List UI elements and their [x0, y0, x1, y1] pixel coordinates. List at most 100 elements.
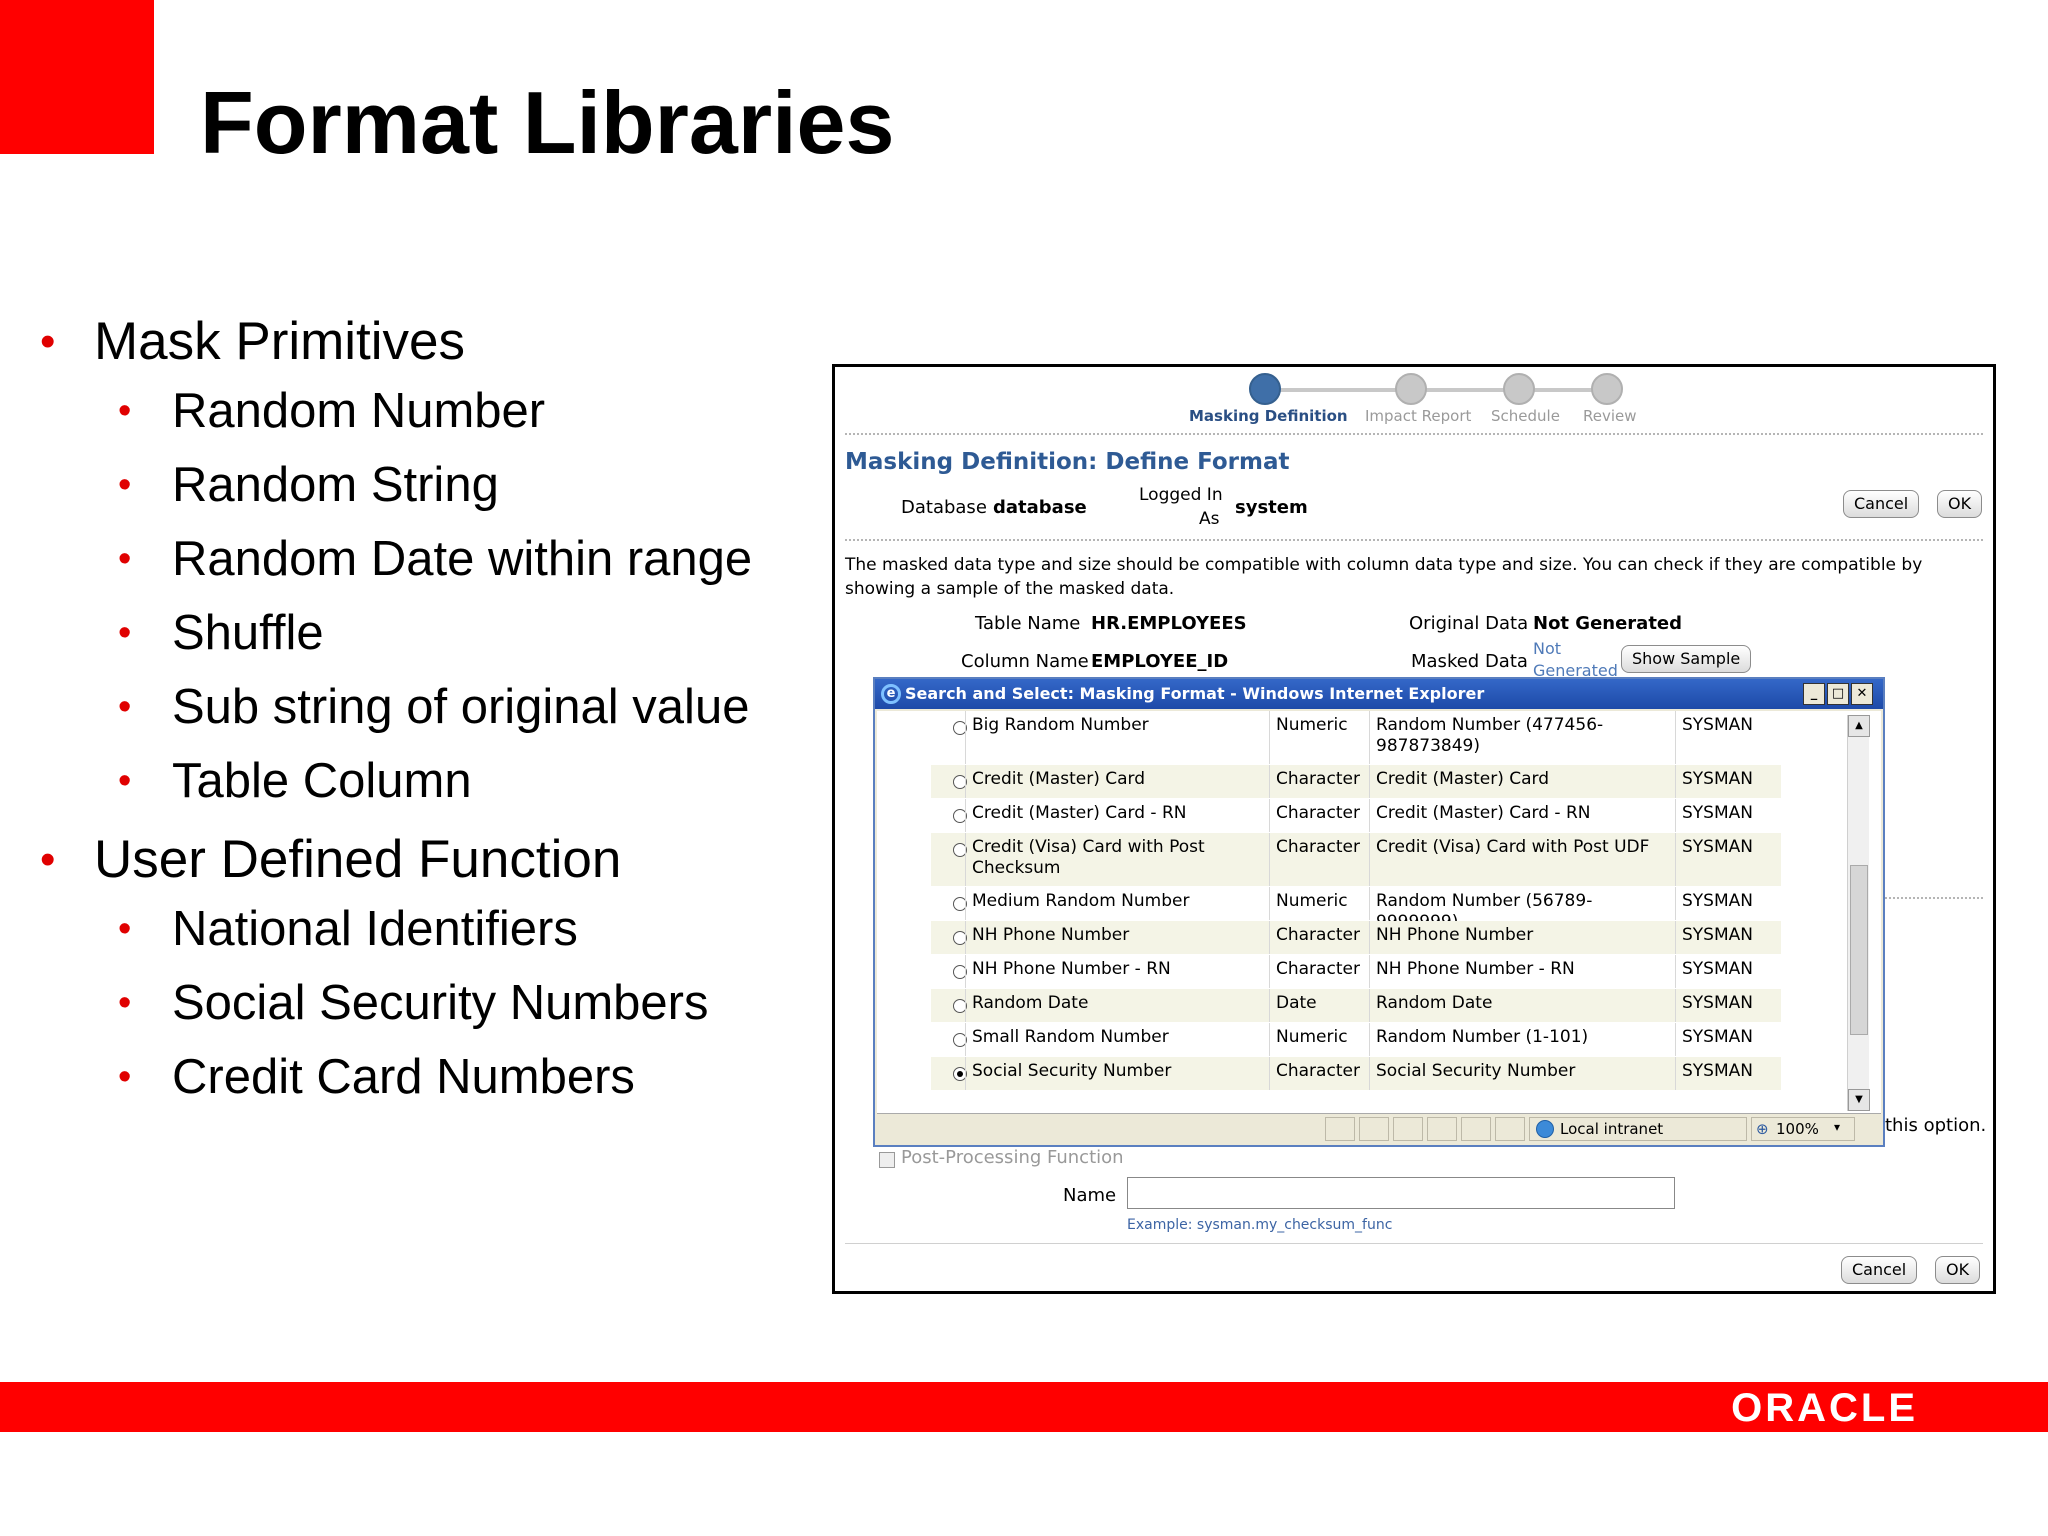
table-row[interactable]: Social Security Number Character Social Se…	[931, 1057, 1781, 1091]
train-step-dot[interactable]	[1503, 373, 1535, 405]
bullet-udf-item: National Identifiers	[40, 892, 800, 966]
option-hint-text: this option.	[1885, 1115, 1987, 1136]
zoom-control[interactable]: ⊕ 100% ▾	[1751, 1117, 1855, 1141]
search-select-popup: e Search and Select: Masking Format - Wi…	[873, 677, 1885, 1147]
table-row[interactable]: Big Random Number Numeric Random Number (4…	[931, 711, 1781, 765]
dotted-divider	[845, 539, 1983, 541]
name-input[interactable]	[1127, 1177, 1675, 1209]
post-processing-checkbox[interactable]	[879, 1152, 895, 1168]
zoom-icon: ⊕	[1756, 1120, 1769, 1138]
name-label: Name	[1063, 1185, 1117, 1206]
local-intranet-icon	[1536, 1120, 1554, 1138]
popup-body: Big Random Number Numeric Random Number (4…	[877, 711, 1881, 1115]
table-row[interactable]: Small Random Number Numeric Random Number …	[931, 1023, 1781, 1057]
table-row[interactable]: Credit (Visa) Card with Post Checksum Cha…	[931, 833, 1781, 887]
cancel-button-bottom[interactable]: Cancel	[1841, 1256, 1918, 1284]
masked-data-value: Not	[1533, 639, 1562, 658]
table-row[interactable]: Random Date Date Random Date SYSMAN	[931, 989, 1781, 1023]
screenshot-frame: Masking Definition Impact Report Schedul…	[832, 364, 1996, 1294]
cell-desc: Credit (Visa) Card with Post UDF	[1369, 833, 1675, 886]
cell-name: Small Random Number	[965, 1023, 1269, 1056]
bullet-primitive: Random Number	[40, 374, 800, 448]
original-data-label: Original Data	[1409, 613, 1529, 634]
cell-desc: Social Security Number	[1369, 1057, 1675, 1090]
slide-title: Format Libraries	[200, 73, 895, 172]
oracle-logo: ORACLE	[1731, 1386, 1918, 1430]
column-name-label: Column Name	[961, 651, 1089, 672]
logged-in-as-label: As	[1199, 509, 1220, 529]
zoom-level: 100%	[1776, 1120, 1819, 1138]
cell-type: Character	[1269, 1057, 1369, 1090]
dotted-divider	[1885, 897, 1983, 899]
train-connector	[1267, 388, 1611, 392]
maximize-icon[interactable]: □	[1827, 683, 1849, 705]
bullet-mask-primitives: Mask Primitives	[40, 310, 800, 374]
cell-desc: NH Phone Number	[1369, 921, 1675, 954]
bullet-user-defined-function: User Defined Function	[40, 828, 800, 892]
cell-name: Credit (Master) Card	[965, 765, 1269, 798]
ok-button-bottom[interactable]: OK	[1935, 1256, 1981, 1284]
database-label: Database	[901, 497, 987, 518]
table-row[interactable]: NH Phone Number - RN Character NH Phone Nu…	[931, 955, 1781, 989]
table-row[interactable]: NH Phone Number Character NH Phone Number S…	[931, 921, 1781, 955]
popup-titlebar[interactable]: e Search and Select: Masking Format - Wi…	[875, 679, 1883, 709]
cell-name: Credit (Master) Card - RN	[965, 799, 1269, 832]
minimize-icon[interactable]: _	[1803, 683, 1825, 705]
bullet-primitive: Table Column	[40, 744, 800, 818]
status-cell	[1461, 1117, 1491, 1141]
train-step-masking-definition: Masking Definition	[1189, 407, 1348, 425]
cell-desc: Random Number (1-101)	[1369, 1023, 1675, 1056]
table-row[interactable]: Credit (Master) Card - RN Character Credit…	[931, 799, 1781, 833]
compatibility-description: The masked data type and size should be …	[845, 555, 1923, 599]
bullet-list: Mask Primitives Random Number Random Str…	[40, 300, 800, 1114]
cell-owner: SYSMAN	[1675, 921, 1755, 954]
cell-type: Character	[1269, 921, 1369, 954]
column-name-value: EMPLOYEE_ID	[1091, 651, 1229, 672]
cell-owner: SYSMAN	[1675, 887, 1755, 920]
divider	[845, 1243, 1983, 1244]
scroll-thumb[interactable]	[1850, 865, 1868, 1035]
bullet-primitive: Shuffle	[40, 596, 800, 670]
ok-button-top[interactable]: OK	[1937, 490, 1983, 518]
status-cell	[1393, 1117, 1423, 1141]
train-step-dot[interactable]	[1395, 373, 1427, 405]
train-step-schedule[interactable]: Schedule	[1491, 407, 1560, 425]
cell-owner: SYSMAN	[1675, 799, 1755, 832]
table-row[interactable]: Medium Random Number Numeric Random Number…	[931, 887, 1781, 932]
train-step-review[interactable]: Review	[1583, 407, 1637, 425]
cell-name: Big Random Number	[965, 711, 1269, 764]
cell-type: Numeric	[1269, 1023, 1369, 1056]
bullet-primitive: Random Date within range	[40, 522, 800, 596]
scroll-down-icon[interactable]: ▼	[1848, 1089, 1870, 1111]
cell-owner: SYSMAN	[1675, 955, 1755, 988]
table-row[interactable]: Credit (Master) Card Character Credit (Mas…	[931, 765, 1781, 799]
zone-label: Local intranet	[1560, 1120, 1664, 1138]
cell-desc: Random Number (477456-987873849)	[1369, 711, 1675, 764]
cell-owner: SYSMAN	[1675, 765, 1755, 798]
zone-cell: Local intranet	[1529, 1117, 1747, 1141]
scroll-up-icon[interactable]: ▲	[1848, 715, 1870, 737]
cell-owner: SYSMAN	[1675, 1057, 1755, 1090]
bullet-udf-item: Credit Card Numbers	[40, 1040, 800, 1114]
cell-type: Character	[1269, 955, 1369, 988]
cell-desc: NH Phone Number - RN	[1369, 955, 1675, 988]
cell-owner: SYSMAN	[1675, 711, 1755, 764]
step-train: Masking Definition Impact Report Schedul…	[835, 367, 1993, 437]
cancel-button-top[interactable]: Cancel	[1843, 490, 1920, 518]
train-step-dot-active	[1249, 373, 1281, 405]
train-step-impact-report[interactable]: Impact Report	[1365, 407, 1471, 425]
original-data-value: Not Generated	[1533, 613, 1683, 634]
chevron-down-icon[interactable]: ▾	[1834, 1120, 1840, 1134]
train-step-dot[interactable]	[1591, 373, 1623, 405]
cell-owner: SYSMAN	[1675, 1023, 1755, 1056]
bullet-udf-item: Social Security Numbers	[40, 966, 800, 1040]
bullet-primitive: Random String	[40, 448, 800, 522]
popup-title: Search and Select: Masking Format - Wind…	[905, 684, 1485, 703]
cell-name: Credit (Visa) Card with Post Checksum	[965, 833, 1269, 886]
masked-data-label: Masked Data	[1411, 651, 1528, 672]
cell-name: NH Phone Number - RN	[965, 955, 1269, 988]
page-title: Masking Definition: Define Format	[845, 449, 1290, 475]
close-icon[interactable]: ✕	[1851, 683, 1873, 705]
vertical-scrollbar[interactable]: ▲ ▼	[1847, 715, 1870, 1111]
show-sample-button[interactable]: Show Sample	[1621, 645, 1752, 673]
